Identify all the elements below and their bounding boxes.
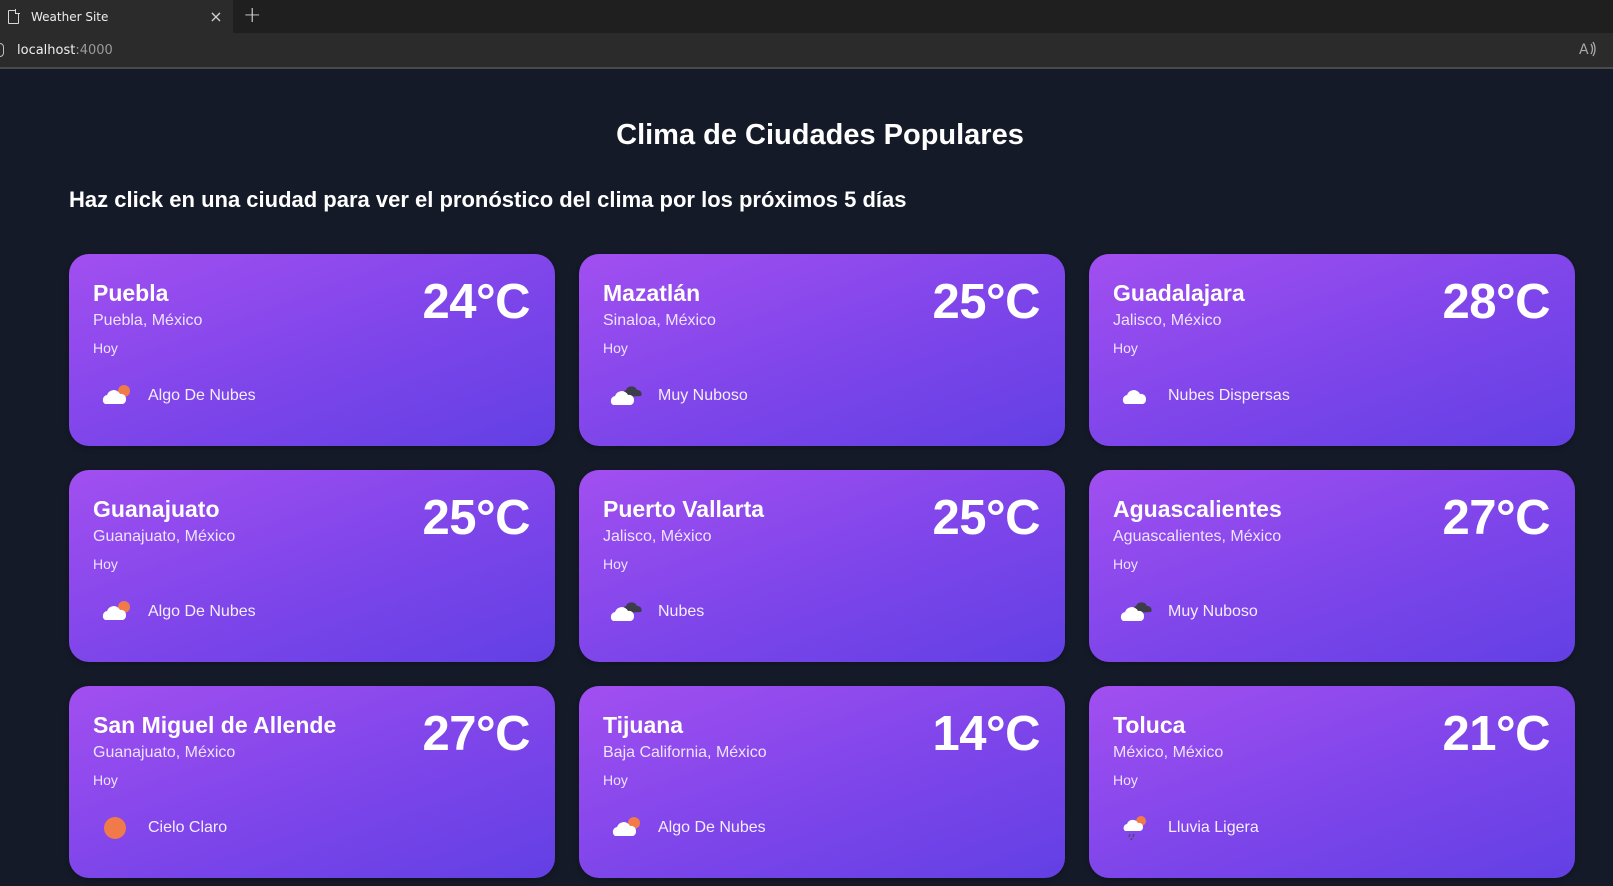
- few-clouds-icon: [102, 385, 130, 404]
- condition-text: Algo De Nubes: [658, 819, 766, 836]
- clear-sky-icon: [104, 817, 126, 839]
- city-region: Sinaloa, México: [603, 312, 716, 329]
- city-card[interactable]: Guadalajara Jalisco, México Hoy 28°C Nub…: [1089, 254, 1575, 446]
- city-card[interactable]: Puerto Vallarta Jalisco, México Hoy 25°C…: [579, 470, 1065, 662]
- temperature: 14°C: [932, 707, 1041, 761]
- document-icon: [8, 9, 20, 24]
- city-region: Aguascalientes, México: [1113, 528, 1282, 545]
- city-name: Puebla: [93, 280, 169, 306]
- day-label: Hoy: [93, 772, 118, 788]
- city-name: Guadalajara: [1113, 280, 1245, 306]
- city-name: Guanajuato: [93, 496, 220, 522]
- read-aloud-icon[interactable]: A: [1579, 41, 1597, 61]
- new-tab-icon[interactable]: +: [243, 3, 261, 28]
- day-label: Hoy: [93, 340, 118, 356]
- url-host: localhost: [17, 43, 76, 58]
- condition-text: Lluvia Ligera: [1168, 819, 1259, 836]
- city-name: Mazatlán: [603, 280, 701, 306]
- url-text[interactable]: localhost:4000: [17, 43, 113, 58]
- city-card[interactable]: Puebla Puebla, México Hoy 24°C Algo De N…: [69, 254, 555, 446]
- city-card[interactable]: Aguascalientes Aguascalientes, México Ho…: [1089, 470, 1575, 662]
- temperature: 27°C: [1442, 491, 1551, 545]
- address-bar[interactable]: localhost:4000 A: [0, 33, 1613, 69]
- day-label: Hoy: [1113, 556, 1138, 572]
- condition-text: Muy Nuboso: [658, 387, 748, 404]
- condition-text: Algo De Nubes: [148, 603, 256, 620]
- condition-text: Cielo Claro: [148, 819, 228, 836]
- city-name: Tijuana: [603, 712, 684, 738]
- temperature: 27°C: [422, 707, 531, 761]
- broken-clouds-icon: [1120, 602, 1152, 621]
- condition-text: Nubes: [658, 603, 705, 620]
- page-title: Clima de Ciudades Populares: [616, 119, 1024, 151]
- city-card[interactable]: Mazatlán Sinaloa, México Hoy 25°C Muy Nu…: [579, 254, 1065, 446]
- temperature: 25°C: [932, 491, 1041, 545]
- close-tab-icon[interactable]: ×: [207, 7, 225, 26]
- site-info-icon[interactable]: [0, 43, 4, 57]
- browser-tab-bar: Weather Site × +: [0, 0, 1613, 33]
- url-port: :4000: [75, 43, 113, 58]
- city-card[interactable]: San Miguel de Allende Guanajuato, México…: [69, 686, 555, 878]
- temperature: 24°C: [422, 275, 531, 329]
- temperature: 21°C: [1442, 707, 1551, 761]
- temperature: 28°C: [1442, 275, 1551, 329]
- temperature: 25°C: [932, 275, 1041, 329]
- browser-tab[interactable]: Weather Site ×: [0, 0, 233, 33]
- few-clouds-icon: [102, 601, 130, 620]
- city-region: Puebla, México: [93, 312, 203, 329]
- temperature: 25°C: [422, 491, 531, 545]
- light-rain-icon: [1123, 816, 1146, 841]
- few-clouds-icon: [612, 817, 640, 836]
- city-grid: Puebla Puebla, México Hoy 24°C Algo De N…: [69, 254, 1576, 878]
- page-content: Clima de Ciudades Populares Haz click en…: [0, 71, 1613, 886]
- tab-title: Weather Site: [31, 9, 109, 24]
- city-region: México, México: [1113, 744, 1224, 761]
- scattered-clouds-icon: [1122, 390, 1147, 404]
- city-region: Jalisco, México: [603, 528, 712, 545]
- city-card[interactable]: Guanajuato Guanajuato, México Hoy 25°C A…: [69, 470, 555, 662]
- broken-clouds-icon: [610, 386, 642, 405]
- city-name: Toluca: [1113, 712, 1186, 738]
- city-card[interactable]: Toluca México, México Hoy 21°C Lluvia Li…: [1089, 686, 1575, 878]
- svg-text:A: A: [1579, 42, 1589, 57]
- day-label: Hoy: [603, 556, 628, 572]
- day-label: Hoy: [93, 556, 118, 572]
- city-name: Aguascalientes: [1113, 496, 1282, 522]
- condition-text: Nubes Dispersas: [1168, 387, 1290, 404]
- day-label: Hoy: [603, 340, 628, 356]
- condition-text: Algo De Nubes: [148, 387, 256, 404]
- condition-text: Muy Nuboso: [1168, 603, 1258, 620]
- page-subtitle: Haz click en una ciudad para ver el pron…: [69, 187, 907, 212]
- city-region: Baja California, México: [603, 744, 767, 761]
- city-region: Guanajuato, México: [93, 528, 236, 545]
- city-region: Jalisco, México: [1113, 312, 1222, 329]
- broken-clouds-icon: [610, 602, 642, 621]
- day-label: Hoy: [1113, 340, 1138, 356]
- day-label: Hoy: [603, 772, 628, 788]
- city-name: Puerto Vallarta: [603, 496, 765, 522]
- city-region: Guanajuato, México: [93, 744, 236, 761]
- city-name: San Miguel de Allende: [93, 712, 337, 738]
- day-label: Hoy: [1113, 772, 1138, 788]
- city-card[interactable]: Tijuana Baja California, México Hoy 14°C…: [579, 686, 1065, 878]
